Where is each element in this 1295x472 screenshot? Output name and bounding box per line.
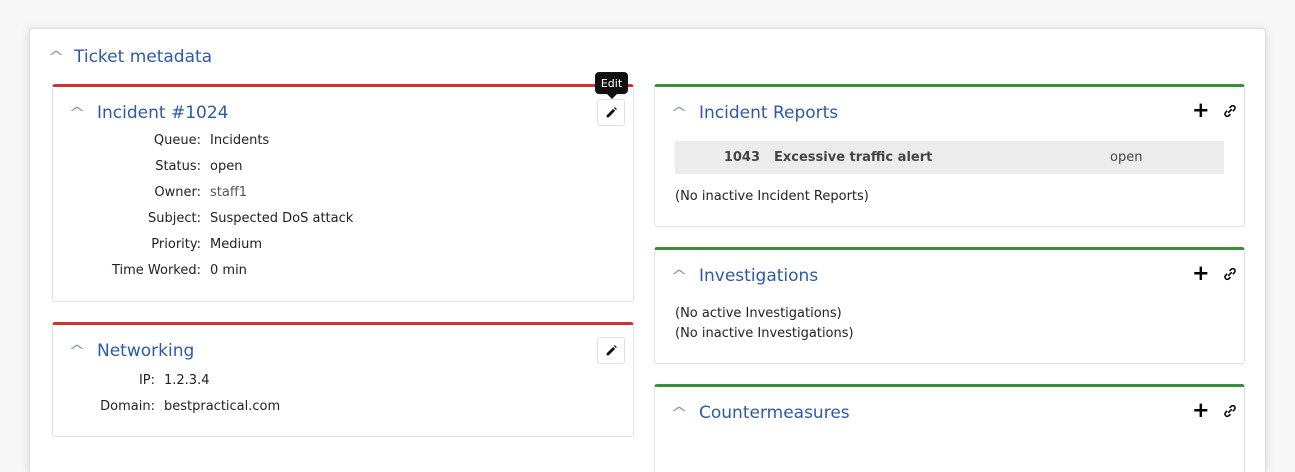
networking-panel: ^ Networking IP: 1.2.3.4 Domain: bestpra… bbox=[52, 322, 634, 437]
incident-panel-header[interactable]: ^ Incident #1024 bbox=[68, 103, 229, 123]
networking-field-ip: IP: 1.2.3.4 bbox=[138, 372, 210, 388]
incident-panel: ^ Incident #1024 Queue: Incidents Status… bbox=[52, 84, 634, 302]
incident-field-priority: Priority: Medium bbox=[151, 236, 262, 252]
incident-title: Incident #1024 bbox=[97, 103, 229, 123]
countermeasures-panel: ^ Countermeasures + bbox=[654, 384, 1245, 472]
networking-title: Networking bbox=[97, 341, 195, 361]
plus-icon[interactable]: + bbox=[1192, 100, 1210, 121]
networking-panel-header[interactable]: ^ Networking bbox=[68, 341, 195, 361]
edit-incident-button[interactable] bbox=[597, 99, 625, 126]
incident-field-status: Status: open bbox=[155, 158, 243, 174]
incident-reports-actions: + bbox=[1192, 100, 1237, 121]
chevron-up-icon[interactable]: ^ bbox=[670, 267, 690, 285]
active-investigations-text: (No active Investigations) bbox=[675, 306, 842, 321]
chevron-up-icon[interactable]: ^ bbox=[670, 404, 690, 422]
table-row[interactable]: 1043 Excessive traffic alert open bbox=[675, 141, 1224, 174]
ticket-metadata-section: ^ Ticket metadata ^ Incident #1024 Queue… bbox=[29, 28, 1266, 472]
link-icon[interactable] bbox=[1223, 104, 1237, 118]
edit-tooltip: Edit bbox=[595, 72, 628, 99]
incident-reports-panel: ^ Incident Reports + 1043 Excessive traf… bbox=[654, 84, 1245, 227]
networking-field-domain: Domain: bestpractical.com bbox=[100, 398, 281, 414]
pencil-icon bbox=[606, 345, 617, 356]
incident-field-owner: Owner: staff1 bbox=[154, 184, 248, 200]
inactive-investigations-text: (No inactive Investigations) bbox=[675, 326, 854, 341]
countermeasures-title: Countermeasures bbox=[699, 403, 850, 423]
chevron-up-icon[interactable]: ^ bbox=[68, 104, 88, 122]
incident-reports-title: Incident Reports bbox=[699, 103, 839, 123]
incident-reports-header[interactable]: ^ Incident Reports bbox=[670, 103, 839, 123]
owner-link[interactable]: staff1 bbox=[210, 185, 247, 200]
section-title: Ticket metadata bbox=[74, 47, 213, 67]
link-icon[interactable] bbox=[1223, 404, 1237, 418]
countermeasures-header[interactable]: ^ Countermeasures bbox=[670, 403, 850, 423]
chevron-up-icon[interactable]: ^ bbox=[68, 342, 88, 360]
link-icon[interactable] bbox=[1223, 267, 1237, 281]
investigations-panel: ^ Investigations + (No active Investigat… bbox=[654, 247, 1245, 364]
incident-field-time-worked: Time Worked: 0 min bbox=[111, 262, 247, 278]
edit-networking-button[interactable] bbox=[597, 337, 625, 364]
report-subject[interactable]: Excessive traffic alert bbox=[774, 150, 932, 165]
report-id[interactable]: 1043 bbox=[724, 150, 760, 165]
plus-icon[interactable]: + bbox=[1192, 263, 1210, 284]
investigations-title: Investigations bbox=[699, 266, 819, 286]
countermeasures-actions: + bbox=[1192, 400, 1237, 421]
investigations-actions: + bbox=[1192, 263, 1237, 284]
investigations-header[interactable]: ^ Investigations bbox=[670, 266, 819, 286]
inactive-reports-text: (No inactive Incident Reports) bbox=[675, 189, 869, 204]
plus-icon[interactable]: + bbox=[1192, 400, 1210, 421]
report-status: open bbox=[1110, 150, 1143, 165]
incident-field-queue: Queue: Incidents bbox=[153, 132, 270, 148]
chevron-up-icon[interactable]: ^ bbox=[47, 48, 67, 66]
chevron-up-icon[interactable]: ^ bbox=[670, 104, 690, 122]
pencil-icon bbox=[606, 107, 617, 118]
incident-field-subject: Subject: Suspected DoS attack bbox=[148, 210, 354, 226]
ticket-metadata-header[interactable]: ^ Ticket metadata bbox=[47, 47, 213, 67]
